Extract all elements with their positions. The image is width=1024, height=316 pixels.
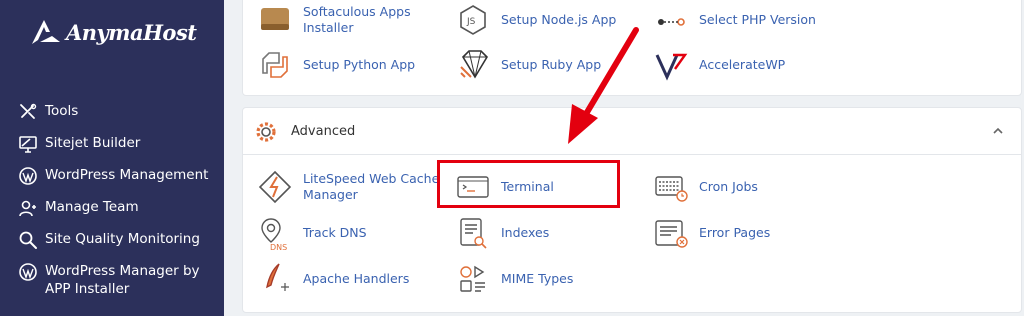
select-php-version-link[interactable]: Select PHP Version bbox=[653, 2, 849, 38]
acceleratewp-link[interactable]: AccelerateWP bbox=[653, 47, 849, 83]
ruby-icon bbox=[460, 50, 489, 79]
svg-text:JS: JS bbox=[466, 17, 476, 27]
sidebar-item-wordpress-manager-by-app-installer[interactable]: WordPress Manager by APP Installer bbox=[18, 262, 215, 310]
item-label: Cron Jobs bbox=[699, 179, 758, 194]
item-label: Softaculous Apps Installer bbox=[303, 4, 411, 35]
item-label: Error Pages bbox=[699, 225, 771, 240]
mime-types-link[interactable]: MIME Types bbox=[455, 261, 651, 297]
wordpress-icon bbox=[19, 263, 37, 281]
cron-jobs-link[interactable]: Cron Jobs bbox=[653, 169, 849, 205]
item-label: MIME Types bbox=[501, 271, 574, 286]
indexes-link[interactable]: Indexes bbox=[455, 215, 651, 251]
item-label: Indexes bbox=[501, 225, 550, 240]
chevron-up-icon[interactable] bbox=[991, 124, 1005, 138]
indexes-icon bbox=[460, 218, 487, 249]
advanced-panel-title: Advanced bbox=[291, 124, 356, 139]
sidebar-item-label: WordPress Manager by APP Installer bbox=[45, 263, 200, 297]
setup-python-app-link[interactable]: Setup Python App bbox=[257, 47, 453, 83]
wordpress-icon bbox=[19, 167, 37, 185]
sidebar-item-label: Manage Team bbox=[45, 199, 139, 215]
item-label: Apache Handlers bbox=[303, 271, 410, 286]
softaculous-apps-installer-link[interactable]: Softaculous Apps Installer bbox=[257, 2, 453, 38]
search-icon bbox=[19, 231, 37, 249]
item-label: Setup Python App bbox=[303, 57, 416, 72]
apache-icon bbox=[266, 263, 289, 291]
acceleratewp-icon bbox=[655, 53, 688, 81]
sidebar-item-tools[interactable]: Tools bbox=[18, 102, 215, 134]
item-label: Select PHP Version bbox=[699, 12, 816, 27]
tools-icon bbox=[20, 103, 37, 119]
sidebar-item-site-quality-monitoring[interactable]: Site Quality Monitoring bbox=[18, 230, 215, 262]
gear-icon bbox=[256, 122, 276, 142]
error-pages-icon bbox=[655, 220, 688, 248]
pointer-arrow bbox=[568, 27, 639, 144]
sidebar-item-label: Site Quality Monitoring bbox=[45, 231, 200, 247]
monitor-icon bbox=[19, 136, 37, 153]
users-icon bbox=[19, 200, 36, 217]
mime-icon bbox=[460, 265, 485, 292]
item-label: LiteSpeed Web Cache Manager bbox=[303, 171, 440, 202]
terminal-highlight-box bbox=[437, 160, 620, 208]
litespeed-icon bbox=[258, 170, 292, 204]
sidebar: AnymaHost Tools Sitejet Builder WordPres… bbox=[0, 0, 224, 316]
sidebar-item-label: WordPress Management bbox=[45, 167, 209, 183]
nodejs-icon: JS bbox=[460, 5, 486, 35]
sidebar-item-sitejet-builder[interactable]: Sitejet Builder bbox=[18, 134, 215, 166]
apache-handlers-link[interactable]: Apache Handlers bbox=[257, 261, 453, 297]
brand-name: AnymaHost bbox=[66, 19, 197, 45]
python-icon bbox=[262, 52, 288, 78]
php-version-icon bbox=[658, 18, 685, 26]
brand-logo[interactable]: AnymaHost bbox=[30, 18, 197, 46]
cron-icon bbox=[655, 176, 688, 202]
litespeed-web-cache-manager-link[interactable]: LiteSpeed Web Cache Manager bbox=[257, 169, 453, 205]
dns-icon: DNS bbox=[261, 218, 287, 251]
dns-badge: DNS bbox=[270, 243, 287, 251]
softaculous-icon bbox=[261, 8, 289, 30]
error-pages-link[interactable]: Error Pages bbox=[653, 215, 849, 251]
sidebar-nav: Tools Sitejet Builder WordPress Manageme… bbox=[18, 102, 215, 310]
sidebar-item-wordpress-management[interactable]: WordPress Management bbox=[18, 166, 215, 198]
sidebar-item-manage-team[interactable]: Manage Team bbox=[18, 198, 215, 230]
item-label: Track DNS bbox=[303, 225, 367, 240]
sidebar-item-label: Tools bbox=[45, 103, 79, 119]
brand-logo-icon bbox=[32, 20, 60, 44]
item-label: AccelerateWP bbox=[699, 57, 786, 72]
sidebar-item-label: Sitejet Builder bbox=[45, 135, 141, 151]
track-dns-link[interactable]: DNS Track DNS bbox=[257, 215, 453, 251]
